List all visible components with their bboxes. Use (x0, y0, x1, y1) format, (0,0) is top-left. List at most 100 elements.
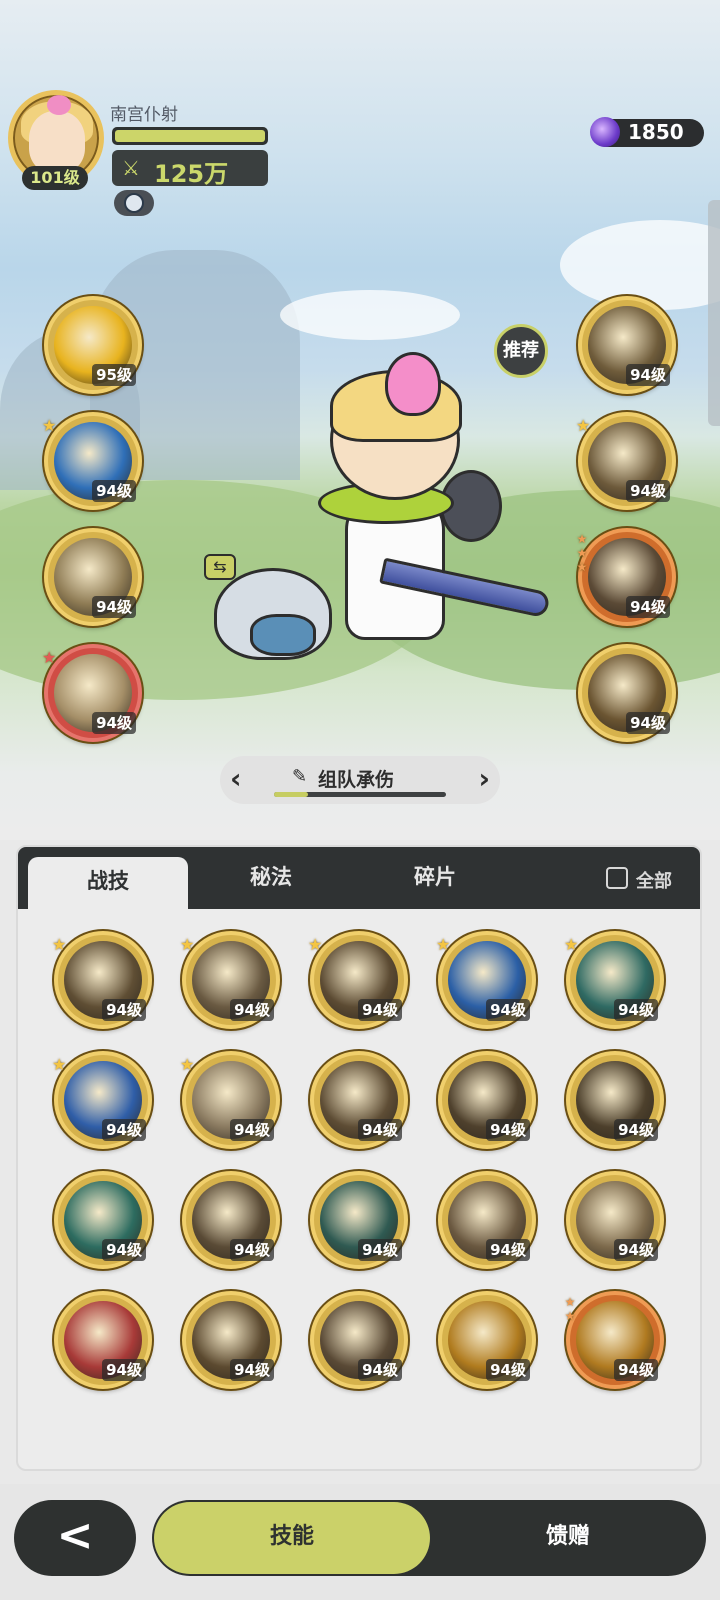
star-rank-icon: ★ (42, 648, 57, 667)
skill-slot[interactable]: 94级 (182, 1171, 280, 1269)
skill-level-label: 94级 (626, 712, 670, 734)
preset-progress-track (274, 792, 446, 797)
skill-slot[interactable]: 94级 (54, 1171, 152, 1269)
skill-slot[interactable]: 94级 (438, 1171, 536, 1269)
skill-slot[interactable]: 94级 (438, 1051, 536, 1149)
skill-slot[interactable]: 94级 (310, 1171, 408, 1269)
tab-combat-skills[interactable]: 战技 (28, 857, 188, 909)
skill-slot[interactable]: 94级 (310, 1051, 408, 1149)
star-rank-icon: ★ (42, 416, 57, 435)
skill-level-label: 94级 (486, 999, 530, 1021)
player-level-badge: 101级 (22, 166, 88, 190)
skill-slot[interactable]: 94级 (578, 296, 676, 394)
pet-face-icon (124, 193, 144, 213)
player-name: 南宫仆射 (110, 105, 178, 125)
combat-power-value: 125万 (154, 160, 229, 188)
skill-level-label: 94级 (102, 999, 146, 1021)
bunny-hat (385, 352, 441, 416)
skill-slot[interactable]: 94级 (54, 1291, 152, 1389)
tab-skills[interactable]: 技能 (154, 1502, 430, 1574)
show-all-label: 全部 (636, 871, 672, 892)
currency-display[interactable]: 1850 (590, 117, 704, 147)
skill-slot[interactable]: 94级 (578, 644, 676, 742)
skill-level-label: 94级 (358, 1359, 402, 1381)
chevron-right-icon[interactable]: › (478, 762, 490, 795)
skill-level-label: 95级 (92, 364, 136, 386)
skill-level-label: 94级 (626, 364, 670, 386)
skill-level-label: 94级 (230, 1359, 274, 1381)
skill-level-label: 94级 (358, 1239, 402, 1261)
skill-category-tabs: 战技 秘法 碎片 全部 (18, 847, 700, 909)
skill-level-label: 94级 (614, 999, 658, 1021)
star-rank-icon: ★ (180, 935, 195, 954)
skill-level-label: 94级 (102, 1239, 146, 1261)
skill-slot[interactable]: ★ 94级 (42, 644, 142, 742)
tab-fragments[interactable]: 碎片 (360, 847, 510, 909)
avatar-face (29, 111, 85, 173)
skill-slot[interactable]: 94级 (566, 1171, 664, 1269)
bunny-icon (47, 95, 71, 115)
star-rank-icon: ★ (576, 416, 591, 435)
edit-pencil-icon[interactable]: ✎ (292, 766, 307, 787)
battle-scene: 101级 南宫仆射 ⚔ 125万 1850 95级 ★ 94级 94级 ★ 94级 94级… (0, 0, 720, 840)
swap-pet-icon[interactable]: ⇆ (204, 554, 236, 580)
star-rank-icon: ★★ (563, 1295, 577, 1323)
cloud (280, 290, 460, 340)
skill-slot[interactable]: 94级 (566, 1051, 664, 1149)
star-rank-icon: ★ (52, 1055, 67, 1074)
skill-level-label: 94级 (230, 999, 274, 1021)
skill-level-label: 94级 (92, 480, 136, 502)
star-rank-icon: ★ (52, 935, 67, 954)
bottom-tab-switch: 技能 馈赠 (152, 1500, 706, 1576)
player-hp-bar (112, 127, 268, 145)
crossed-swords-icon: ⚔ (122, 156, 140, 180)
skill-slot[interactable]: ★ 94级 (52, 1051, 152, 1149)
checkbox-icon (606, 867, 628, 889)
currency-amount: 1850 (628, 120, 684, 144)
skill-slot[interactable]: ★★ 94级 (563, 1291, 664, 1389)
skill-level-label: 94级 (230, 1239, 274, 1261)
tab-gifts[interactable]: 馈赠 (432, 1502, 704, 1574)
combat-power: ⚔ 125万 (112, 150, 268, 188)
pet-face (250, 614, 316, 656)
skill-slot[interactable]: ★ 94级 (564, 931, 664, 1029)
skill-level-label: 94级 (614, 1359, 658, 1381)
skill-slot[interactable]: ★ 94级 (576, 412, 676, 510)
skill-level-label: 94级 (102, 1119, 146, 1141)
skill-slot[interactable]: 94级 (182, 1291, 280, 1389)
skills-panel: 战技 秘法 碎片 全部 ★ 94级 ★ 94级 ★ 94级 ★ 94级 ★ 94级 ★ 94级 ★ 94级… (16, 845, 702, 1471)
skill-slot[interactable]: 94级 (44, 528, 142, 626)
skill-slot[interactable]: ★ 94级 (42, 412, 142, 510)
skill-slot[interactable]: 95级 (44, 296, 142, 394)
skill-level-label: 94级 (626, 596, 670, 618)
skill-level-label: 94级 (358, 1119, 402, 1141)
star-rank-icon: ★ (308, 935, 323, 954)
skill-slot[interactable]: ★ 94级 (308, 931, 408, 1029)
star-rank-icon: ★★★ (575, 532, 589, 574)
skill-slot[interactable]: ★ 94级 (180, 931, 280, 1029)
cloud (560, 220, 720, 310)
pet-info-button[interactable] (114, 190, 154, 216)
skill-slot[interactable]: ★★★ 94级 (575, 528, 676, 626)
skill-level-label: 94级 (92, 596, 136, 618)
recommend-button[interactable]: 推荐 (494, 324, 548, 378)
skill-slot[interactable]: 94级 (310, 1291, 408, 1389)
star-rank-icon: ★ (436, 935, 451, 954)
preset-progress-fill (274, 792, 309, 797)
chevron-left-icon[interactable]: ‹ (230, 762, 242, 795)
back-button[interactable]: < (14, 1500, 136, 1576)
skill-slot[interactable]: 94级 (438, 1291, 536, 1389)
skill-level-label: 94级 (102, 1359, 146, 1381)
skill-slot[interactable]: ★ 94级 (180, 1051, 280, 1149)
star-rank-icon: ★ (564, 935, 579, 954)
skill-preset-selector: ‹ ✎ 组队承伤 › (220, 756, 500, 804)
skill-level-label: 94级 (92, 712, 136, 734)
skill-slot[interactable]: ★ 94级 (52, 931, 152, 1029)
preset-name[interactable]: 组队承伤 (318, 765, 394, 792)
tab-arcana[interactable]: 秘法 (196, 847, 346, 909)
skill-level-label: 94级 (626, 480, 670, 502)
player-hp-fill (115, 130, 265, 142)
skill-level-label: 94级 (614, 1239, 658, 1261)
skill-slot[interactable]: ★ 94级 (436, 931, 536, 1029)
side-drawer-handle[interactable] (708, 200, 720, 426)
